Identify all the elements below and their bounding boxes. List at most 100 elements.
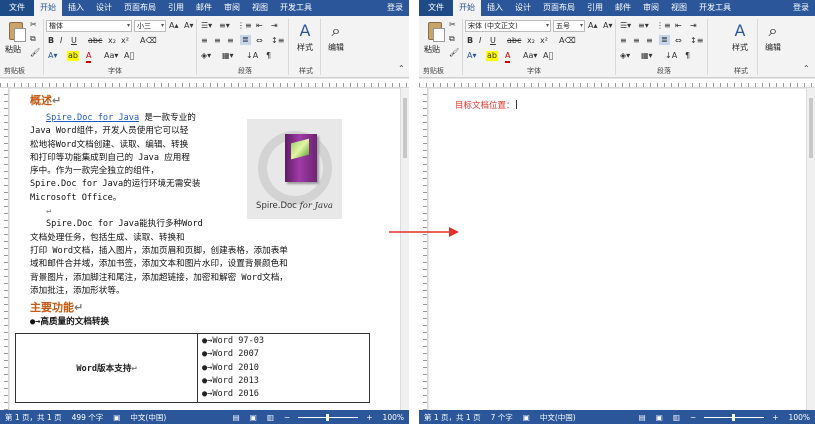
language[interactable]: 中文(中国) — [535, 412, 581, 423]
line-spacing-icon[interactable]: ↕≡ — [271, 36, 284, 46]
zoom-level[interactable]: 100% — [378, 413, 409, 422]
tab-home[interactable]: 开始 — [34, 0, 62, 16]
text-effects-icon[interactable]: A▾ — [467, 51, 477, 61]
grow-font-icon[interactable]: A▴ — [169, 21, 179, 31]
vertical-scrollbar[interactable] — [806, 88, 815, 410]
align-center-icon[interactable]: ≡ — [633, 36, 640, 46]
change-case-icon[interactable]: Aa▾ — [523, 51, 537, 61]
show-marks-icon[interactable]: ¶ — [266, 51, 271, 61]
tab-layout[interactable]: 页面布局 — [118, 0, 162, 16]
proofing-icon[interactable]: ▣ — [518, 413, 535, 422]
cut-icon[interactable]: ✂ — [449, 20, 456, 30]
shading-icon[interactable]: ◈▾ — [620, 51, 630, 61]
zoom-in-icon[interactable]: + — [361, 413, 377, 422]
multilevel-list-icon[interactable]: ⋮≡ — [656, 21, 671, 31]
zoom-slider[interactable] — [298, 413, 359, 421]
strikethrough-button[interactable]: abc — [507, 36, 521, 46]
format-painter-icon[interactable]: 🖌 — [449, 48, 459, 58]
font-size-select[interactable]: 五号 ▾ — [553, 20, 585, 32]
editing-button[interactable]: ⌕ 编辑 — [760, 20, 786, 60]
font-color-icon[interactable]: A — [505, 51, 511, 63]
align-center-icon[interactable]: ≡ — [214, 36, 221, 46]
format-painter-icon[interactable]: 🖌 — [30, 48, 40, 58]
page-count[interactable]: 第 1 页，共 1 页 — [419, 412, 486, 423]
bullets-icon[interactable]: ☰▾ — [201, 21, 212, 31]
highlight-icon[interactable]: ab — [486, 51, 498, 61]
tab-design[interactable]: 设计 — [90, 0, 118, 16]
text-effects-icon[interactable]: A▾ — [48, 51, 58, 61]
shading-icon[interactable]: ◈▾ — [201, 51, 211, 61]
sort-icon[interactable]: ↓A — [665, 51, 677, 61]
collapse-ribbon-icon[interactable]: ⌃ — [398, 64, 405, 74]
login-link[interactable]: 登录 — [381, 0, 409, 16]
shrink-font-icon[interactable]: A▾ — [184, 21, 194, 31]
grow-font-icon[interactable]: A▴ — [588, 21, 598, 31]
highlight-icon[interactable]: ab — [67, 51, 79, 61]
proofing-icon[interactable]: ▣ — [108, 413, 125, 422]
zoom-out-icon[interactable]: − — [279, 413, 295, 422]
numbering-icon[interactable]: ≡▾ — [638, 21, 649, 31]
subscript-button[interactable]: x₂ — [108, 36, 116, 46]
underline-button[interactable]: U — [71, 36, 77, 46]
page-count[interactable]: 第 1 页，共 1 页 — [0, 412, 67, 423]
tab-layout[interactable]: 页面布局 — [537, 0, 581, 16]
zoom-out-icon[interactable]: − — [685, 413, 701, 422]
superscript-button[interactable]: x² — [121, 36, 129, 46]
document-page[interactable]: 目标文档位置： — [429, 89, 806, 410]
tab-developer[interactable]: 开发工具 — [693, 0, 737, 16]
tab-mailings[interactable]: 邮件 — [190, 0, 218, 16]
word-count[interactable]: 7 个字 — [486, 412, 518, 423]
align-right-icon[interactable]: ≡ — [646, 36, 653, 46]
justify-icon[interactable]: ≣ — [659, 35, 670, 45]
decrease-indent-icon[interactable]: ⇤ — [675, 21, 682, 31]
print-layout-icon[interactable]: ▣ — [651, 413, 668, 422]
clear-format-icon[interactable]: A⌫ — [559, 36, 576, 46]
word-count[interactable]: 499 个字 — [67, 412, 109, 423]
bold-button[interactable]: B — [48, 36, 54, 46]
tab-references[interactable]: 引用 — [162, 0, 190, 16]
read-mode-icon[interactable]: ▤ — [228, 413, 245, 422]
document-page[interactable]: 概述↵ Spire.Doc for Java 是一款专业的 Java Word组… — [10, 89, 400, 410]
tab-view[interactable]: 视图 — [246, 0, 274, 16]
superscript-button[interactable]: x² — [540, 36, 548, 46]
tab-review[interactable]: 审阅 — [637, 0, 665, 16]
zoom-slider[interactable] — [704, 413, 765, 421]
vertical-scrollbar[interactable] — [400, 88, 409, 410]
italic-button[interactable]: I — [60, 36, 62, 46]
tab-view[interactable]: 视图 — [665, 0, 693, 16]
copy-icon[interactable]: ⧉ — [449, 34, 455, 44]
justify-icon[interactable]: ≣ — [240, 35, 251, 45]
tab-review[interactable]: 审阅 — [218, 0, 246, 16]
read-mode-icon[interactable]: ▤ — [634, 413, 651, 422]
line-spacing-icon[interactable]: ↕≡ — [690, 36, 703, 46]
align-left-icon[interactable]: ≡ — [201, 36, 208, 46]
phonetic-icon[interactable]: A⃝ — [124, 51, 134, 61]
tab-design[interactable]: 设计 — [509, 0, 537, 16]
italic-button[interactable]: I — [479, 36, 481, 46]
web-layout-icon[interactable]: ▥ — [668, 413, 685, 422]
font-size-select[interactable]: 小三 ▾ — [134, 20, 166, 32]
distributed-icon[interactable]: ⇔ — [256, 36, 263, 46]
login-link[interactable]: 登录 — [787, 0, 815, 16]
align-right-icon[interactable]: ≡ — [227, 36, 234, 46]
increase-indent-icon[interactable]: ⇥ — [271, 21, 278, 31]
decrease-indent-icon[interactable]: ⇤ — [256, 21, 263, 31]
font-color-icon[interactable]: A — [86, 51, 92, 63]
strikethrough-button[interactable]: abc — [88, 36, 102, 46]
subscript-button[interactable]: x₂ — [527, 36, 535, 46]
numbering-icon[interactable]: ≡▾ — [219, 21, 230, 31]
zoom-level[interactable]: 100% — [784, 413, 815, 422]
multilevel-list-icon[interactable]: ⋮≡ — [237, 21, 252, 31]
align-left-icon[interactable]: ≡ — [620, 36, 627, 46]
paste-button[interactable]: 粘贴 — [422, 19, 448, 54]
phonetic-icon[interactable]: A⃝ — [543, 51, 553, 61]
paste-button[interactable]: 粘贴 — [3, 19, 29, 54]
language[interactable]: 中文(中国) — [125, 412, 171, 423]
styles-button[interactable]: A 样式 — [292, 20, 318, 60]
tab-insert[interactable]: 插入 — [62, 0, 90, 16]
cut-icon[interactable]: ✂ — [30, 20, 37, 30]
zoom-in-icon[interactable]: + — [767, 413, 783, 422]
distributed-icon[interactable]: ⇔ — [675, 36, 682, 46]
clear-format-icon[interactable]: A⌫ — [140, 36, 157, 46]
increase-indent-icon[interactable]: ⇥ — [690, 21, 697, 31]
